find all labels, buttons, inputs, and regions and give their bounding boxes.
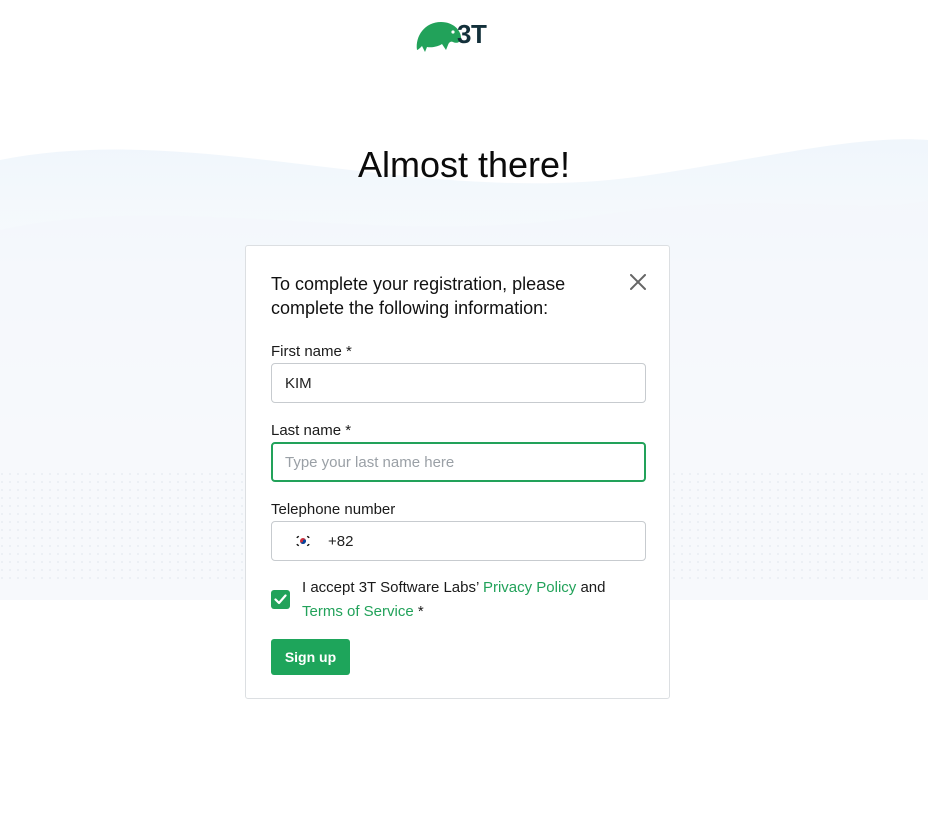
brand-logo[interactable]: 3T [413,14,487,54]
privacy-policy-link[interactable]: Privacy Policy [483,579,576,596]
dialog-heading: To complete your registration, please co… [271,274,566,318]
telephone-input[interactable]: +82 [271,521,646,561]
close-button[interactable] [626,270,650,294]
consent-text-middle: and [576,579,606,596]
first-name-input[interactable] [271,363,646,403]
last-name-input[interactable] [271,442,646,482]
page-title: Almost there! [357,144,571,185]
consent-text: I accept 3T Software Labs’ Privacy Polic… [302,576,632,624]
terms-checkbox[interactable] [271,590,290,609]
close-icon [630,274,646,290]
logo-text: 3T [457,18,487,49]
first-name-label: First name * [271,343,352,360]
last-name-label: Last name * [271,422,352,439]
consent-required-mark: * [413,603,424,620]
dial-code: +82 [328,532,354,550]
consent-text-before: I accept 3T Software Labs’ [302,579,483,596]
checkmark-icon [274,594,287,605]
sign-up-button[interactable]: Sign up [271,639,350,675]
south-korea-flag-icon[interactable] [295,535,311,547]
telephone-label: Telephone number [271,501,396,518]
terms-of-service-link[interactable]: Terms of Service [302,603,414,620]
registration-dialog: To complete your registration, please co… [245,245,670,699]
